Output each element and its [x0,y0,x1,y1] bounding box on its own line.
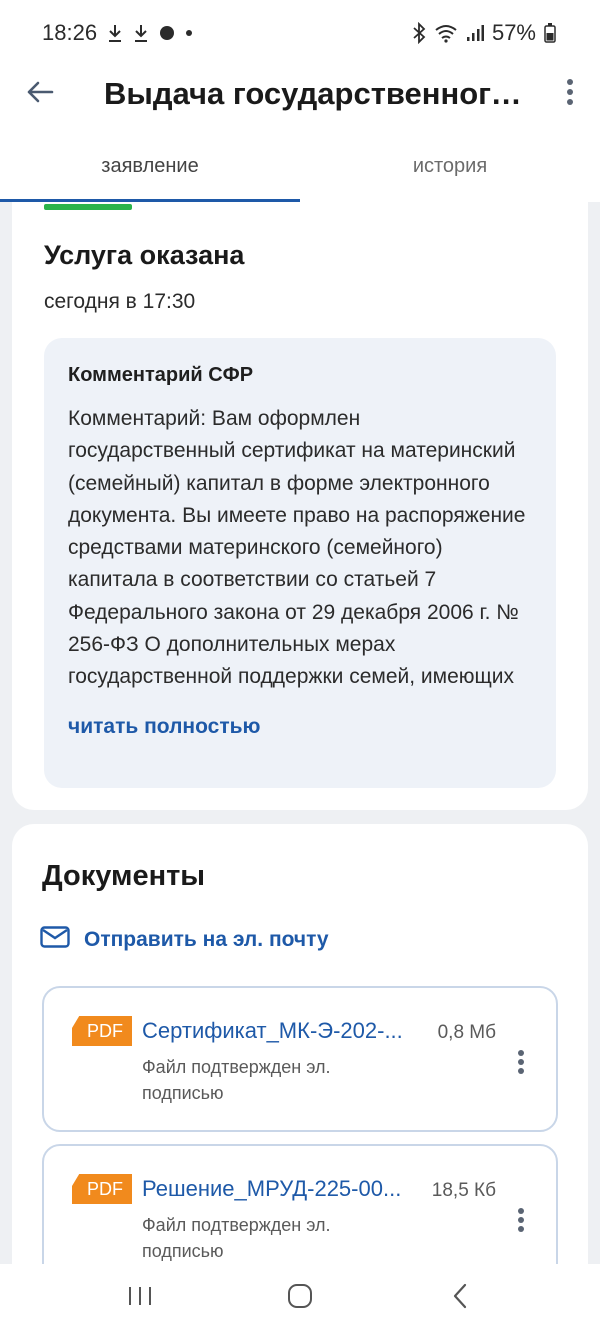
send-email-link[interactable]: Отправить на эл. почту [40,926,329,953]
document-item[interactable]: PDF Сертификат_МК-Э-202-... 0,8 Мб Файл … [42,986,558,1132]
signal-icon [466,24,484,42]
wifi-icon [434,23,458,43]
arrow-left-icon [26,80,54,109]
system-nav-bar [0,1264,600,1332]
read-more-link[interactable]: читать полностью [68,715,532,739]
more-vertical-icon [566,78,574,111]
pdf-badge: PDF [72,1016,132,1046]
home-button[interactable] [260,1273,340,1323]
document-name[interactable]: Сертификат_МК-Э-202-... [142,1018,426,1044]
download-icon [107,23,123,43]
page-title: Выдача государственного сертификата на м… [104,76,524,111]
service-status-title: Услуга оказана [44,240,245,270]
comment-box: Комментарий СФР Комментарий: Вам оформле… [44,338,556,788]
battery-icon [544,23,556,43]
send-email-label: Отправить на эл. почту [84,927,329,951]
more-vertical-icon [517,1049,525,1080]
notification-dot-icon [159,25,175,41]
mail-icon [40,926,70,953]
download-icon [133,23,149,43]
dot-icon [185,29,193,37]
service-status-time: сегодня в 17:30 [44,290,196,313]
more-vertical-icon [517,1207,525,1238]
document-size: 0,8 Мб [437,1022,496,1043]
app-bar: Выдача государственного сертификата на м… [0,66,600,122]
back-button[interactable] [0,66,80,122]
status-time: 18:26 [42,20,98,45]
status-progress-indicator [44,204,132,210]
status-card: Услуга оказана сегодня в 17:30 Комментар… [12,202,588,810]
document-signature-status: Файл подтвержден эл. подписью [142,1057,331,1103]
comment-title: Комментарий СФР [68,364,254,386]
tab-bar: заявление история [0,122,600,202]
document-signature-status: Файл подтвержден эл. подписью [142,1215,331,1261]
system-back-button[interactable] [420,1273,500,1323]
tab-history[interactable]: история [300,122,600,202]
back-icon [451,1283,469,1314]
document-size: 18,5 Кб [431,1180,496,1201]
home-icon [287,1283,313,1314]
recent-apps-button[interactable] [100,1273,180,1323]
battery-percent: 57% [491,20,536,45]
document-more-button[interactable] [506,1202,536,1242]
tab-application[interactable]: заявление [0,122,300,202]
more-options-button[interactable] [540,66,600,122]
recent-apps-icon [127,1285,153,1312]
documents-card: Документы Отправить на эл. почту PDF Сер… [12,824,588,1324]
document-more-button[interactable] [506,1044,536,1084]
bluetooth-icon [412,22,426,44]
pdf-badge: PDF [72,1174,132,1204]
document-name[interactable]: Решение_МРУД-225-00... [142,1176,426,1202]
comment-text: Комментарий: Вам оформлен государственны… [68,407,526,689]
documents-title: Документы [42,860,206,892]
status-bar: 18:26 57% [0,0,600,66]
